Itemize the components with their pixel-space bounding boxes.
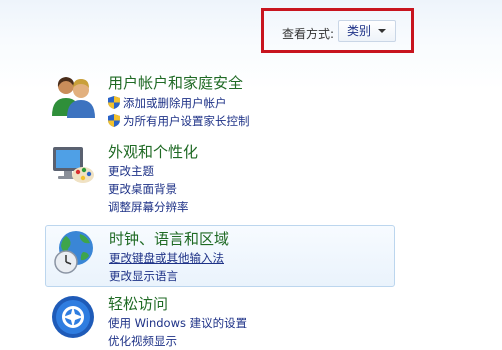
chevron-down-icon	[378, 29, 386, 33]
category-title[interactable]: 轻松访问	[108, 293, 168, 314]
category-title[interactable]: 外观和个性化	[108, 141, 198, 162]
globe-clock-icon	[54, 231, 93, 274]
view-by-label: 查看方式:	[282, 27, 335, 41]
category-clock-language-region[interactable]: 时钟、语言和区域 更改键盘或其他输入法 更改显示语言	[45, 225, 395, 287]
uac-shield-icon	[108, 96, 120, 109]
view-by-selected: 类别	[347, 24, 372, 38]
monitor-palette-icon	[53, 147, 94, 183]
link-change-desktop-background[interactable]: 更改桌面背景	[108, 181, 177, 197]
category-title[interactable]: 用户帐户和家庭安全	[108, 72, 243, 93]
category-ease-of-access: 轻松访问 使用 Windows 建议的设置 优化视频显示	[45, 291, 395, 349]
category-title[interactable]: 时钟、语言和区域	[109, 228, 229, 249]
link-change-theme[interactable]: 更改主题	[108, 163, 154, 179]
view-by-dropdown[interactable]: 类别	[338, 20, 396, 42]
link-adjust-resolution[interactable]: 调整屏幕分辨率	[108, 199, 189, 215]
link-optimize-video-display[interactable]: 优化视频显示	[108, 333, 177, 349]
uac-shield-icon	[108, 114, 120, 127]
link-change-keyboard-input[interactable]: 更改键盘或其他输入法	[109, 250, 224, 266]
category-user-accounts: 用户帐户和家庭安全 添加或删除用户帐户 为所有用户设置家长控制	[45, 70, 395, 132]
link-change-display-language[interactable]: 更改显示语言	[109, 268, 178, 284]
link-windows-recommended-settings[interactable]: 使用 Windows 建议的设置	[108, 315, 247, 331]
category-appearance: 外观和个性化 更改主题 更改桌面背景 调整屏幕分辨率	[45, 139, 395, 217]
ease-of-access-icon	[52, 296, 94, 338]
view-by-box: 查看方式: 类别	[261, 8, 414, 53]
link-parental-controls[interactable]: 为所有用户设置家长控制	[108, 113, 250, 129]
link-add-remove-accounts[interactable]: 添加或删除用户帐户	[108, 95, 227, 111]
users-icon	[52, 77, 95, 118]
